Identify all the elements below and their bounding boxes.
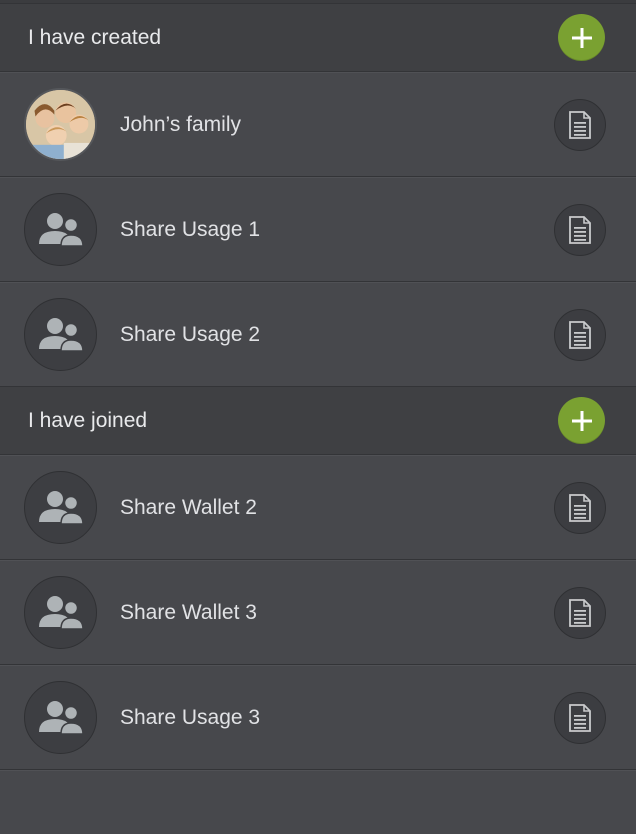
join-group-button[interactable] xyxy=(558,397,605,444)
section-title: I have joined xyxy=(28,408,148,432)
section-header-joined: I have joined xyxy=(0,387,636,455)
details-button[interactable] xyxy=(554,308,606,361)
avatar xyxy=(24,471,97,544)
avatar xyxy=(24,193,97,266)
list-item[interactable]: Share Wallet 3 xyxy=(0,560,636,665)
list-footer xyxy=(0,770,636,819)
details-button[interactable] xyxy=(554,586,606,639)
group-users-icon xyxy=(38,490,84,525)
document-icon xyxy=(569,493,591,522)
document-icon xyxy=(569,703,591,732)
list-item[interactable]: Share Usage 2 xyxy=(0,282,636,387)
document-icon xyxy=(569,598,591,627)
item-label: Share Usage 2 xyxy=(120,322,261,346)
details-button[interactable] xyxy=(554,691,606,744)
group-users-icon xyxy=(38,317,84,352)
list-item[interactable]: Share Usage 1 xyxy=(0,177,636,282)
item-label: Share Usage 3 xyxy=(120,705,261,729)
plus-icon xyxy=(571,410,592,431)
avatar xyxy=(24,576,97,649)
group-users-icon xyxy=(38,700,84,735)
group-users-icon xyxy=(38,595,84,630)
details-button[interactable] xyxy=(554,203,606,256)
add-group-button[interactable] xyxy=(558,14,605,61)
item-label: Share Usage 1 xyxy=(120,217,261,241)
section-header-created: I have created xyxy=(0,4,636,72)
section-title: I have created xyxy=(28,25,162,49)
details-button[interactable] xyxy=(554,481,606,534)
list-item[interactable]: Share Wallet 2 xyxy=(0,455,636,560)
list-item[interactable]: Share Usage 3 xyxy=(0,665,636,770)
details-button[interactable] xyxy=(554,98,606,151)
document-icon xyxy=(569,215,591,244)
group-users-icon xyxy=(38,212,84,247)
avatar xyxy=(24,681,97,754)
list-item[interactable]: John’s family xyxy=(0,72,636,177)
item-label: Share Wallet 3 xyxy=(120,600,257,624)
item-label: John’s family xyxy=(120,112,241,136)
family-photo xyxy=(26,90,95,159)
document-icon xyxy=(569,320,591,349)
item-label: Share Wallet 2 xyxy=(120,495,257,519)
plus-icon xyxy=(571,27,592,48)
avatar xyxy=(24,88,97,161)
document-icon xyxy=(569,110,591,139)
avatar xyxy=(24,298,97,371)
